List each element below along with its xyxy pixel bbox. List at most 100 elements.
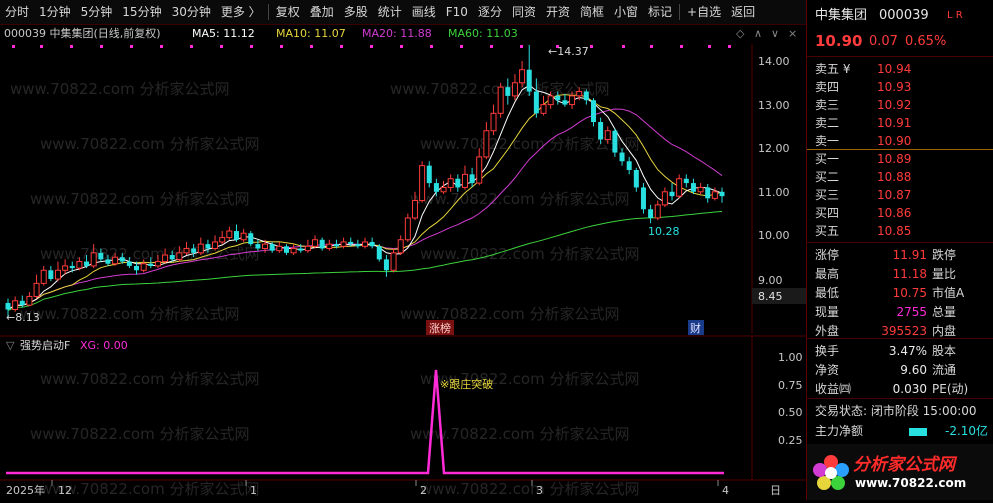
candle-body <box>519 69 526 84</box>
event-dot <box>40 45 43 48</box>
order-book-row: 买五 10.85 <box>815 224 912 238</box>
candle-body <box>640 187 646 210</box>
cai-tag[interactable]: 财 <box>690 321 701 335</box>
candle-body <box>90 252 97 267</box>
price-axis: 14.00 13.00 12.00 11.00 10.00 9.00 8.45 <box>751 44 806 334</box>
toolbar-item-16[interactable]: 小窗 <box>609 1 643 23</box>
watermark-text: www.70822.com 分析家公式网 <box>410 190 630 208</box>
toolbar-item-18[interactable]: +自选 <box>682 1 726 23</box>
candle-body <box>440 186 447 193</box>
stock-tags: L R <box>947 10 963 21</box>
candle-body <box>676 178 683 197</box>
svg-text:1: 1 <box>250 484 257 497</box>
event-dot <box>250 45 253 48</box>
event-dot <box>130 45 133 48</box>
candle-body <box>511 82 518 97</box>
candle-body <box>390 252 397 271</box>
candle-body <box>376 246 382 260</box>
toolbar-item-4[interactable]: 30分钟 <box>167 1 216 23</box>
candle-body <box>105 259 111 264</box>
event-dot <box>70 45 73 48</box>
stat-row: 净资 9.60 流通 <box>815 363 957 377</box>
toolbar-item-15[interactable]: 简框 <box>575 1 609 23</box>
candle-body <box>248 233 254 245</box>
toolbar-item-0[interactable]: 分时 <box>0 1 34 23</box>
stat-row: 最低 10.75 市值A <box>815 286 965 300</box>
candle-body <box>148 263 154 266</box>
event-dot <box>280 45 283 48</box>
zhangbang-tag[interactable]: 涨榜 <box>429 321 451 335</box>
stock-legend: 000039 中集集团(日线,前复权) <box>4 26 161 40</box>
net-flow-row: 主力净额 -2.10亿 <box>807 422 993 441</box>
kline-chart[interactable]: www.70822.com 分析家公式网 www.70822.com 分析家公式网… <box>0 24 806 500</box>
svg-text:日: 日 <box>770 484 781 497</box>
candle-body <box>569 95 576 106</box>
candle-body <box>233 231 239 240</box>
order-book-row: 买一 10.89 <box>815 152 912 166</box>
toolbar-item-3[interactable]: 15分钟 <box>117 1 166 23</box>
net-flow-value: -2.10亿 <box>945 424 989 438</box>
chart-area[interactable]: www.70822.com 分析家公式网 www.70822.com 分析家公式网… <box>0 24 806 500</box>
candle-body <box>219 237 226 243</box>
watermark-text: www.70822.com 分析家公式网 <box>40 480 260 498</box>
candle-body <box>540 104 547 114</box>
toolbar-item-14[interactable]: 开资 <box>541 1 575 23</box>
candle-body <box>191 248 197 253</box>
candle-body <box>119 257 125 262</box>
event-dot <box>590 45 593 48</box>
toolbar-item-11[interactable]: F10 <box>441 1 473 23</box>
ma60-legend: MA60: 11.03 <box>448 27 518 40</box>
watermark-text: www.70822.com 分析家公式网 <box>10 80 230 98</box>
candle-body <box>490 112 497 132</box>
site-logo: 分析家公式网 www.70822.com <box>807 444 993 500</box>
indicator-title: 强势启动F <box>20 339 70 352</box>
candle-body <box>197 243 204 254</box>
quote-price-row: 10.90 0.07 0.65% <box>807 32 993 52</box>
last-price: 10.90 <box>815 32 863 50</box>
candle-body <box>669 191 675 197</box>
toolbar-item-7[interactable]: 叠加 <box>305 1 339 23</box>
candle-body <box>576 91 583 97</box>
svg-text:11.00: 11.00 <box>758 186 790 199</box>
up-arrow-icon[interactable]: ∧ <box>754 27 762 40</box>
ma20-legend: MA20: 11.88 <box>362 27 432 40</box>
toolbar-item-13[interactable]: 同资 <box>507 1 541 23</box>
signal-label: ※跟庄突破 <box>440 377 493 391</box>
toolbar-item-6[interactable]: 复权 <box>271 1 305 23</box>
candle-body <box>183 247 190 254</box>
down-arrow-icon[interactable]: ∨ <box>771 27 779 40</box>
candle-body <box>283 246 289 253</box>
toolbar-item-17[interactable]: 标记 <box>643 1 677 23</box>
toolbar-item-12[interactable]: 逐分 <box>473 1 507 23</box>
event-dot <box>370 45 373 48</box>
watermark-text: www.70822.com 分析家公式网 <box>30 190 250 208</box>
collapse-icon[interactable]: ◇ <box>736 27 745 40</box>
candle-body <box>76 261 83 269</box>
watermark-text: www.70822.com 分析家公式网 <box>40 370 260 388</box>
event-dot <box>622 45 625 48</box>
toolbar-item-19[interactable]: 返回 <box>726 1 760 23</box>
candle-body <box>290 247 297 254</box>
event-dot <box>490 45 493 48</box>
toolbar-item-1[interactable]: 1分钟 <box>34 1 76 23</box>
watermark: www.70822.com 分析家公式网 www.70822.com 分析家公式网… <box>10 80 640 498</box>
candle-body <box>26 295 33 306</box>
ma5-legend: MA5: 11.12 <box>192 27 255 40</box>
toolbar-item-2[interactable]: 5分钟 <box>76 1 118 23</box>
candle-body <box>140 263 147 271</box>
candle-body <box>362 241 368 247</box>
quote-header: 中集集团 000039 L R <box>807 6 993 26</box>
stat-row: 收益㈣ 0.030 PE(动) <box>815 382 969 396</box>
toolbar-item-10[interactable]: 画线 <box>407 1 441 23</box>
candle-body <box>276 245 283 252</box>
candle-body <box>505 87 511 96</box>
period-toolbar: 分时 1分钟 5分钟 15分钟 30分钟 更多 〉复权 叠加 多股 统计 画线 F10 逐分 同资 开资简… <box>0 0 806 25</box>
candle-body <box>476 156 483 184</box>
candle-body <box>711 191 718 199</box>
stat-row: 换手 3.47% 股本 <box>815 344 957 358</box>
close-icon[interactable]: × <box>788 27 797 40</box>
toolbar-item-5[interactable]: 更多 〉 <box>216 1 266 23</box>
toolbar-item-9[interactable]: 统计 <box>373 1 407 23</box>
indicator-settings-icon[interactable]: ▽ <box>6 339 15 352</box>
toolbar-item-8[interactable]: 多股 <box>339 1 373 23</box>
